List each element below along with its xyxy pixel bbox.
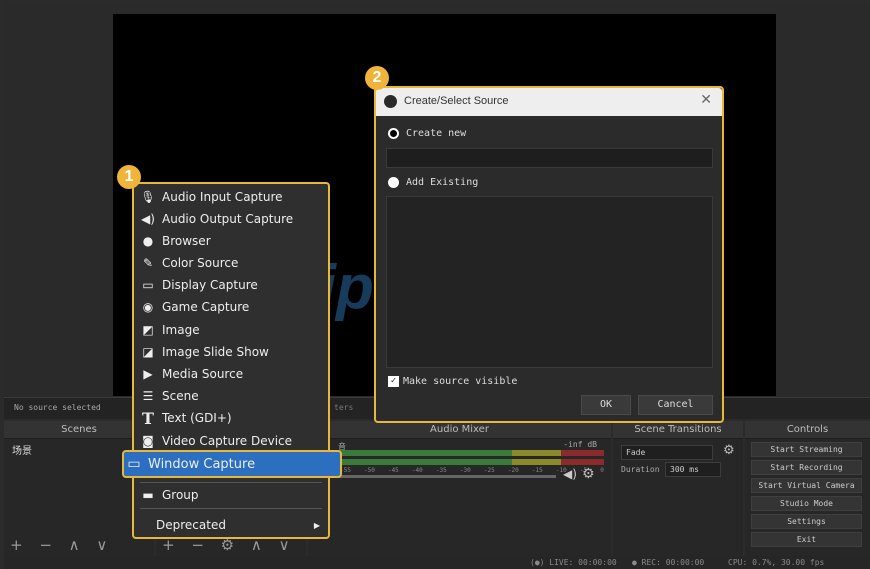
- studio-mode-button[interactable]: Studio Mode: [751, 496, 862, 511]
- scenes-footer-controls[interactable]: + − ∧ ∨: [10, 536, 113, 554]
- ok-button[interactable]: OK: [581, 395, 631, 415]
- start-virtual-camera-button[interactable]: Start Virtual Camera: [751, 478, 862, 493]
- start-recording-button[interactable]: Start Recording: [751, 460, 862, 475]
- scene-transitions-panel: Scene Transitions Fade ⚙ Duration 300 ms: [613, 421, 743, 556]
- scene-transitions-header: Scene Transitions: [613, 421, 743, 439]
- make-source-visible-checkbox[interactable]: ✓ Make source visible: [388, 376, 517, 387]
- menu-item-color-source[interactable]: ✎ Color Source: [140, 254, 238, 272]
- dialog-title: Create/Select Source: [404, 95, 509, 107]
- controls-header: Controls: [745, 421, 870, 439]
- radio-unselected-icon: [388, 177, 399, 188]
- controls-panel: Controls Start Streaming Start Recording…: [745, 421, 870, 556]
- add-source-menu: 🎙 Audio Input Capture ◀) Audio Output Capt…: [122, 182, 342, 539]
- menu-item-image[interactable]: ◩ Image: [140, 321, 199, 339]
- volume-meter-2: [316, 459, 604, 465]
- menu-item-display-capture[interactable]: ▭ Display Capture: [140, 276, 257, 294]
- volume-meter: [316, 450, 604, 456]
- menu-item-scene[interactable]: ☰ Scene: [140, 387, 199, 405]
- paintbrush-icon: ✎: [142, 256, 154, 270]
- text-icon: T: [142, 408, 154, 428]
- checkmark-icon: ✓: [388, 376, 399, 387]
- menu-item-text-gdi[interactable]: T Text (GDI+): [140, 408, 232, 428]
- menu-item-window-capture[interactable]: ▭ Window Capture: [122, 450, 342, 478]
- audio-mixer-header: Audio Mixer: [308, 421, 611, 439]
- menu-item-media-source[interactable]: ▶ Media Source: [140, 365, 243, 383]
- menu-divider: [140, 508, 322, 509]
- audio-mixer-title: Audio Mixer: [430, 424, 489, 435]
- menu-item-group[interactable]: ▬ Group: [140, 486, 198, 504]
- duration-label: Duration: [621, 465, 660, 474]
- cancel-button[interactable]: Cancel: [638, 395, 713, 415]
- arrow-right-icon: ▶: [313, 520, 320, 530]
- dialog-titlebar: Create/Select Source ✕: [376, 88, 722, 116]
- menu-item-audio-output-capture[interactable]: ◀) Audio Output Capture: [140, 210, 293, 228]
- no-source-label: No source selected: [14, 403, 101, 412]
- volume-slider[interactable]: [316, 475, 556, 478]
- speaker-icon: ◀): [141, 212, 155, 226]
- rec-status: ● REC: 00:00:00: [632, 558, 705, 567]
- radio-selected-icon: [388, 128, 399, 139]
- source-name-input[interactable]: [386, 148, 713, 168]
- window-icon: ▭: [127, 456, 141, 472]
- settings-button[interactable]: Settings: [751, 514, 862, 529]
- menu-item-deprecated[interactable]: Deprecated ▶: [140, 516, 320, 534]
- monitor-icon: ▭: [142, 278, 154, 292]
- create-new-radio[interactable]: Create new: [388, 128, 466, 139]
- create-select-source-dialog: Create/Select Source ✕ Create new Add Ex…: [374, 86, 724, 423]
- exit-button[interactable]: Exit: [751, 532, 862, 547]
- microphone-icon: 🎙: [140, 190, 156, 204]
- audio-track: -60-55-50-45-40-35-30-25-20-15-10-50: [316, 447, 604, 477]
- close-icon[interactable]: ✕: [700, 92, 712, 108]
- obs-window: No source selected ters Scenes 场景 + − ∧ …: [0, 0, 870, 569]
- folder-icon: ▬: [142, 488, 154, 502]
- menu-item-video-capture-device[interactable]: ◙ Video Capture Device: [140, 432, 292, 450]
- start-streaming-button[interactable]: Start Streaming: [751, 442, 862, 457]
- menu-item-audio-input-capture[interactable]: 🎙 Audio Input Capture: [140, 188, 282, 206]
- list-icon: ☰: [142, 389, 154, 403]
- menu-item-image-slide-show[interactable]: ◪ Image Slide Show: [140, 343, 269, 361]
- play-icon: ▶: [143, 367, 153, 381]
- gear-icon[interactable]: ⚙: [723, 443, 735, 458]
- duration-input[interactable]: 300 ms: [665, 462, 721, 477]
- transition-select[interactable]: Fade: [621, 445, 713, 460]
- audio-mixer-panel: Audio Mixer 音 -inf dB -60-55-50-45-40-35…: [308, 421, 611, 556]
- menu-item-browser[interactable]: ● Browser: [140, 232, 211, 250]
- speaker-icon[interactable]: ◀): [563, 467, 577, 481]
- obs-logo-icon: [384, 95, 397, 108]
- image-icon: ◩: [142, 323, 154, 337]
- slideshow-icon: ◪: [142, 345, 154, 359]
- menu-divider: [140, 482, 322, 483]
- add-existing-radio[interactable]: Add Existing: [388, 177, 478, 188]
- gear-icon[interactable]: ⚙: [582, 466, 595, 482]
- filters-button[interactable]: ters: [334, 403, 353, 412]
- step-badge-1: 1: [117, 165, 141, 189]
- live-status: (●) LIVE: 00:00:00: [530, 558, 617, 567]
- gamepad-icon: ◉: [142, 300, 154, 314]
- existing-sources-list[interactable]: [386, 196, 713, 368]
- camera-icon: ◙: [142, 434, 154, 448]
- cpu-status: CPU: 0.7%, 30.00 fps: [728, 558, 825, 567]
- globe-icon: ●: [142, 234, 154, 248]
- status-bar: (●) LIVE: 00:00:00 ● REC: 00:00:00 CPU: …: [4, 556, 870, 569]
- step-badge-2: 2: [365, 66, 389, 90]
- meter-tick-label: 0: [600, 467, 604, 474]
- menu-item-game-capture[interactable]: ◉ Game Capture: [140, 298, 250, 316]
